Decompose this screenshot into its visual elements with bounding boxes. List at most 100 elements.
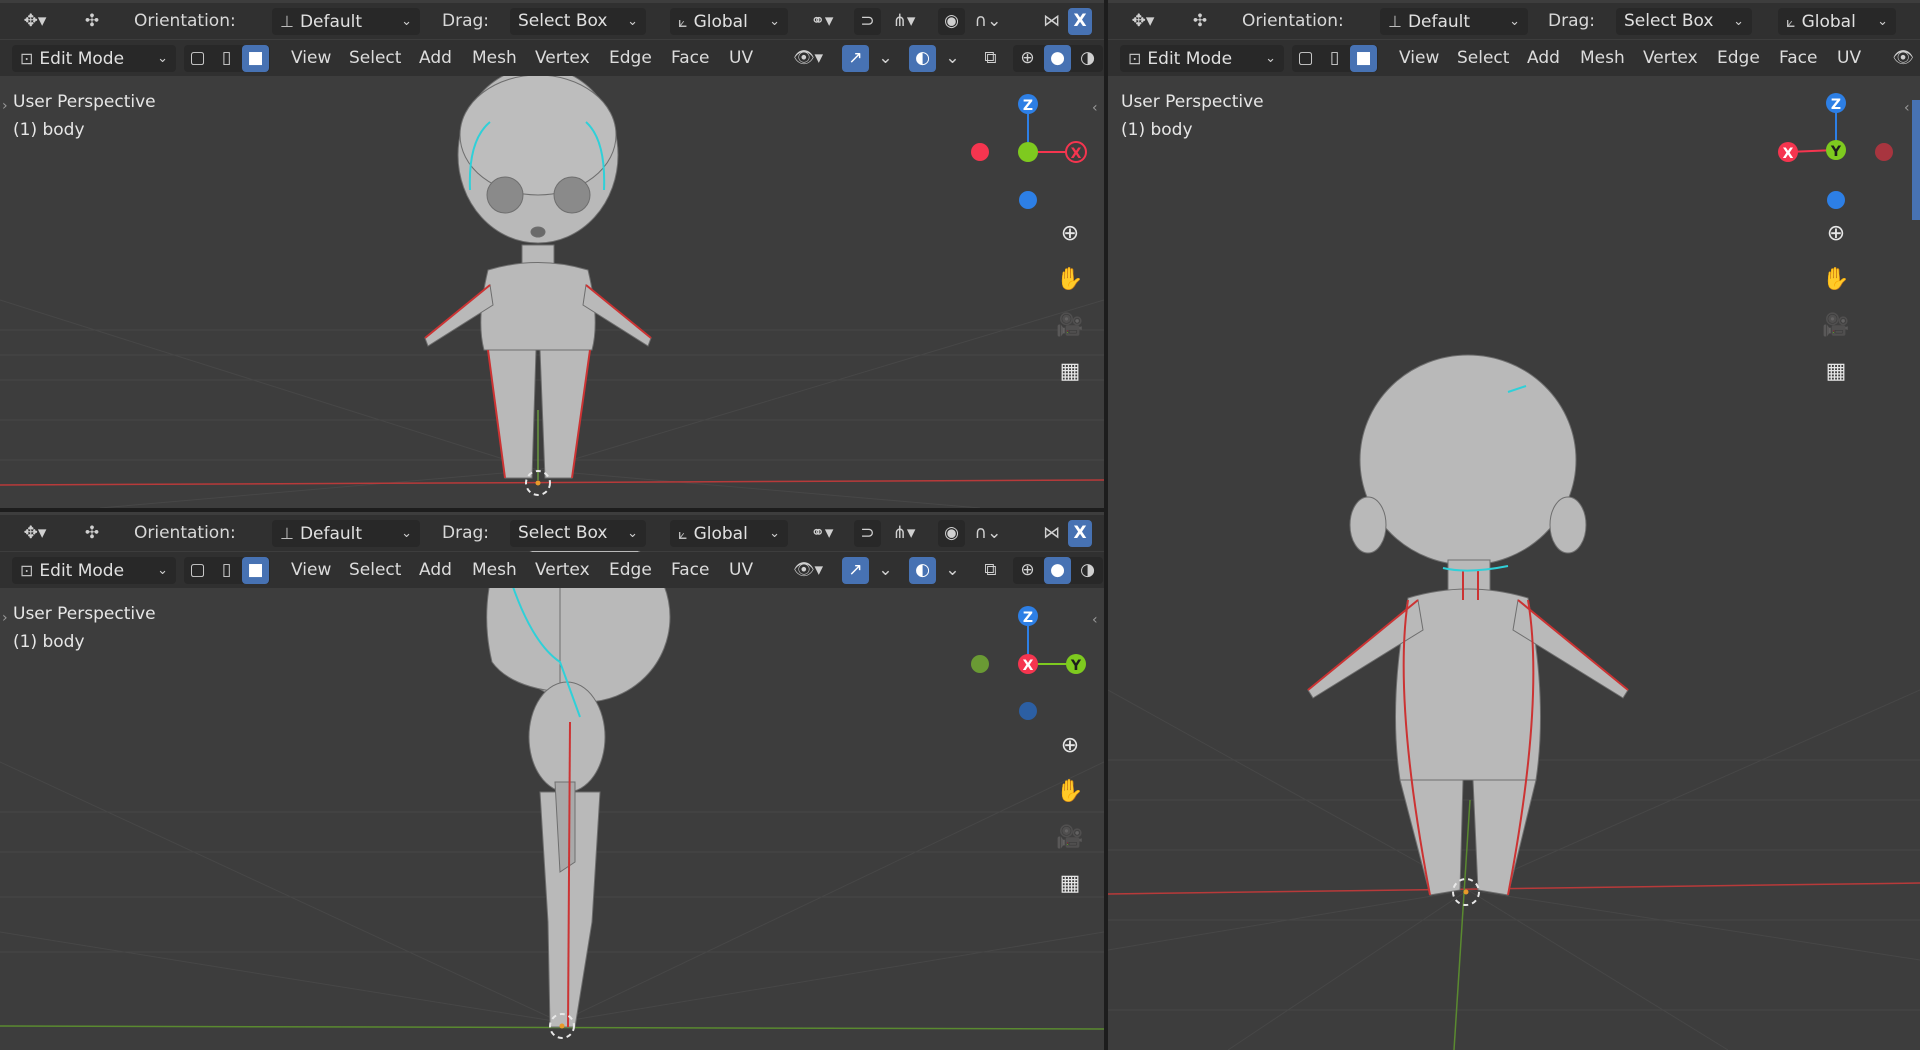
eye-icon[interactable]: 👁▾ [786, 45, 830, 72]
chevron-down-icon[interactable]: ⌄ [939, 45, 966, 72]
material-shading-icon[interactable]: ◑ [1074, 45, 1101, 72]
menu-add[interactable]: Add [1518, 45, 1569, 72]
menu-face[interactable]: Face [662, 45, 718, 72]
menu-add[interactable]: Add [410, 45, 461, 72]
chevron-down-icon[interactable]: ⌄ [872, 557, 899, 584]
menu-vertex[interactable]: Vertex [526, 557, 599, 584]
menu-uv[interactable]: UV [720, 45, 762, 72]
proportional-edit-icon[interactable]: ◉ [938, 520, 965, 547]
transform-space-dropdown[interactable]: ⟀ Global ⌄ [1778, 8, 1896, 35]
transform-space-dropdown[interactable]: ⟀ Global ⌄ [670, 520, 788, 547]
zoom-icon[interactable]: ⊕ [1050, 214, 1090, 254]
ortho-grid-icon[interactable]: ▦ [1050, 864, 1090, 904]
toolbar-expand-icon[interactable]: › [2, 610, 8, 626]
menu-select[interactable]: Select [340, 557, 410, 584]
snap-target-icon[interactable]: ⋔▾ [882, 8, 926, 35]
camera-icon[interactable]: 🎥 [1050, 306, 1090, 346]
menu-view[interactable]: View [1390, 45, 1448, 72]
solid-shading-icon[interactable]: ● [1044, 45, 1071, 72]
snap-target-icon[interactable]: ⋔▾ [882, 520, 926, 547]
xray-icon[interactable]: ⧉ [977, 557, 1004, 584]
face-select-icon[interactable]: ■ [1350, 45, 1377, 72]
chevron-down-icon[interactable]: ⌄ [939, 557, 966, 584]
vertex-select-icon[interactable]: ▢ [184, 557, 211, 584]
pivot-point-icon[interactable]: ⚭▾ [800, 8, 844, 35]
falloff-icon[interactable]: ∩⌄ [968, 520, 1008, 547]
menu-mesh[interactable]: Mesh [1571, 45, 1634, 72]
face-select-icon[interactable]: ■ [242, 557, 269, 584]
mirror-icon[interactable]: ⋈ [1038, 8, 1065, 35]
camera-icon[interactable]: 🎥 [1816, 306, 1856, 346]
move-arrows-icon[interactable]: ✣ [1182, 8, 1218, 35]
material-shading-icon[interactable]: ◑ [1074, 557, 1101, 584]
gizmo-icon[interactable]: ↗ [842, 45, 869, 72]
mirror-x-toggle[interactable]: X [1068, 8, 1092, 35]
solid-shading-icon[interactable]: ● [1044, 557, 1071, 584]
mode-dropdown[interactable]: ⊡ Edit Mode ⌄ [1120, 45, 1284, 72]
menu-add[interactable]: Add [410, 557, 461, 584]
edge-select-icon[interactable]: ▯ [1321, 45, 1348, 72]
camera-icon[interactable]: 🎥 [1050, 818, 1090, 858]
menu-view[interactable]: View [282, 45, 340, 72]
orientation-dropdown[interactable]: ⊥ Default ⌄ [1380, 8, 1528, 35]
mirror-icon[interactable]: ⋈ [1038, 520, 1065, 547]
ortho-grid-icon[interactable]: ▦ [1816, 352, 1856, 392]
zoom-icon[interactable]: ⊕ [1050, 726, 1090, 766]
hand-pan-icon[interactable]: ✋ [1816, 260, 1856, 300]
wireframe-shading-icon[interactable]: ⊕ [1014, 557, 1041, 584]
menu-mesh[interactable]: Mesh [463, 557, 526, 584]
snap-magnet-icon[interactable]: ⊃ [854, 520, 881, 547]
menu-edge[interactable]: Edge [600, 45, 661, 72]
vertex-select-icon[interactable]: ▢ [1292, 45, 1319, 72]
drag-dropdown[interactable]: Select Box ⌄ [510, 8, 646, 35]
menu-uv[interactable]: UV [720, 557, 762, 584]
move-arrows-icon[interactable]: ✣ [74, 520, 110, 547]
orientation-dropdown[interactable]: ⊥ Default ⌄ [272, 520, 420, 547]
toolbar-expand-icon[interactable]: › [2, 98, 8, 114]
editor-type-icon[interactable]: ✥▾ [14, 520, 56, 547]
chevron-down-icon[interactable]: ⌄ [872, 45, 899, 72]
menu-mesh[interactable]: Mesh [463, 45, 526, 72]
menu-face[interactable]: Face [1770, 45, 1826, 72]
transform-space-dropdown[interactable]: ⟀ Global ⌄ [670, 8, 788, 35]
viewport-right[interactable]: Z X Y ✥▾ ✣ Orientation: ⊥ Default ⌄ Drag: … [1108, 0, 1920, 1050]
orientation-dropdown[interactable]: ⊥ Default ⌄ [272, 8, 420, 35]
viewport-bottom-left[interactable]: Z X Y ✥▾ ✣ Orientation: ⊥ Default ⌄ Drag: … [0, 512, 1104, 1050]
menu-edge[interactable]: Edge [1708, 45, 1769, 72]
proportional-edit-icon[interactable]: ◉ [938, 8, 965, 35]
drag-dropdown[interactable]: Select Box ⌄ [1616, 8, 1752, 35]
sidebar-expand-icon[interactable]: ‹ [1092, 100, 1098, 116]
falloff-icon[interactable]: ∩⌄ [968, 8, 1008, 35]
gizmo-icon[interactable]: ↗ [842, 557, 869, 584]
menu-select[interactable]: Select [1448, 45, 1518, 72]
menu-vertex[interactable]: Vertex [1634, 45, 1707, 72]
mode-dropdown[interactable]: ⊡ Edit Mode ⌄ [12, 557, 176, 584]
menu-view[interactable]: View [282, 557, 340, 584]
menu-uv[interactable]: UV [1828, 45, 1870, 72]
editor-type-icon[interactable]: ✥▾ [1122, 8, 1164, 35]
face-select-icon[interactable]: ■ [242, 45, 269, 72]
edge-select-icon[interactable]: ▯ [213, 45, 240, 72]
hand-pan-icon[interactable]: ✋ [1050, 260, 1090, 300]
pivot-point-icon[interactable]: ⚭▾ [800, 520, 844, 547]
overlay-icon[interactable]: ◐ [909, 557, 936, 584]
menu-edge[interactable]: Edge [600, 557, 661, 584]
eye-icon[interactable]: 👁▾ [786, 557, 830, 584]
wireframe-shading-icon[interactable]: ⊕ [1014, 45, 1041, 72]
drag-dropdown[interactable]: Select Box ⌄ [510, 520, 646, 547]
viewport-top-left[interactable]: Z X ✥▾ ✣ Orientation: ⊥ Default ⌄ Drag: Se… [0, 0, 1104, 508]
menu-select[interactable]: Select [340, 45, 410, 72]
mirror-x-toggle[interactable]: X [1068, 520, 1092, 547]
sidebar-expand-icon[interactable]: ‹ [1904, 100, 1910, 116]
editor-type-icon[interactable]: ✥▾ [14, 8, 56, 35]
overlay-icon[interactable]: ◐ [909, 45, 936, 72]
ortho-grid-icon[interactable]: ▦ [1050, 352, 1090, 392]
hand-pan-icon[interactable]: ✋ [1050, 772, 1090, 812]
vertex-select-icon[interactable]: ▢ [184, 45, 211, 72]
xray-icon[interactable]: ⧉ [977, 45, 1004, 72]
move-arrows-icon[interactable]: ✣ [74, 8, 110, 35]
eye-icon[interactable]: 👁 [1890, 45, 1916, 72]
snap-magnet-icon[interactable]: ⊃ [854, 8, 881, 35]
sidebar-expand-icon[interactable]: ‹ [1092, 612, 1098, 628]
menu-face[interactable]: Face [662, 557, 718, 584]
